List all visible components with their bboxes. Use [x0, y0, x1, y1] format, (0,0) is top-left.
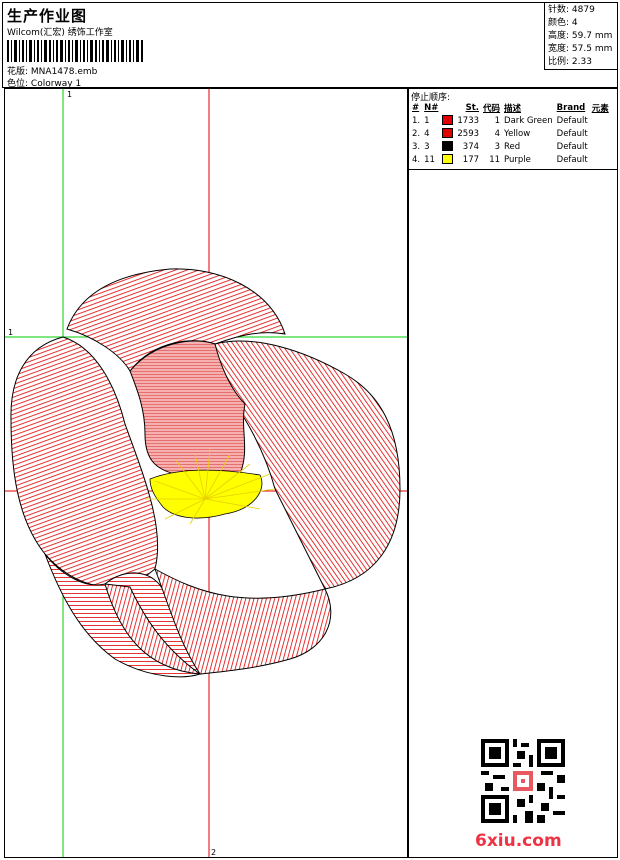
color-swatch — [442, 141, 454, 152]
color-swatch — [442, 154, 454, 165]
row-stitches: 177 — [462, 154, 480, 165]
col-needle: N# — [424, 102, 439, 113]
row-swatch — [440, 114, 455, 127]
row-stitches: 1733 — [457, 115, 480, 126]
table-row: 3. 3 374 3 Red Default — [410, 140, 611, 153]
axis-label-bottom: 2 — [211, 848, 216, 857]
row-needle: 4 — [424, 128, 430, 139]
row-element — [590, 140, 611, 153]
table-row: 2. 4 2593 4 Yellow Default — [410, 127, 611, 140]
row-desc: Yellow — [504, 128, 531, 139]
flower-center — [149, 469, 263, 519]
row-stitches: 2593 — [457, 128, 480, 139]
row-index: 2. — [412, 128, 421, 139]
watermark-site: 6xiu.com — [475, 831, 562, 851]
barcode-image — [7, 40, 143, 62]
row-code: 1 — [494, 115, 501, 126]
row-element — [590, 153, 611, 166]
stat-height: 高度: 59.7 mm — [548, 31, 613, 41]
col-code: 代码 — [483, 103, 501, 114]
row-code: 11 — [489, 154, 501, 165]
qr-code-image — [481, 739, 565, 823]
row-needle: 1 — [424, 115, 430, 126]
row-element — [590, 114, 611, 127]
page-title: 生产作业图 — [7, 7, 88, 25]
row-brand: Default — [556, 128, 588, 139]
row-desc: Dark Green — [504, 115, 553, 126]
row-needle: 11 — [424, 154, 435, 165]
studio-name: Wilcom(汇宏) 绣饰工作室 — [7, 28, 113, 38]
row-brand: Default — [556, 115, 588, 126]
row-desc: Purple — [504, 154, 531, 165]
stat-width: 宽度: 57.5 mm — [548, 44, 613, 54]
design-canvas: 1 1 2 — [4, 88, 408, 858]
col-brand: Brand — [556, 102, 586, 113]
col-element: 元素 — [591, 103, 609, 114]
col-index: # — [412, 102, 420, 113]
col-stitches: St. — [465, 102, 480, 113]
table-row: 4. 11 177 11 Purple Default — [410, 153, 611, 166]
stop-sequence-panel: 停止顺序: # N# St. 代码 描述 Brand 元素 1. 1 1733 1 Da… — [408, 88, 618, 858]
row-needle: 3 — [424, 141, 430, 152]
row-element — [590, 127, 611, 140]
embroidery-preview: 1 1 2 — [5, 89, 407, 857]
row-index: 1. — [412, 115, 421, 126]
axis-label-top: 1 — [67, 90, 72, 99]
col-swatch — [440, 101, 455, 114]
stop-sequence-table: # N# St. 代码 描述 Brand 元素 1. 1 1733 1 Dark Gre… — [410, 101, 611, 166]
color-swatch — [442, 115, 454, 126]
design-stats: 针数: 4879 颜色: 4 高度: 59.7 mm 宽度: 57.5 mm 比… — [544, 2, 618, 70]
row-swatch — [440, 127, 455, 140]
row-code: 3 — [494, 141, 501, 152]
row-swatch — [440, 140, 455, 153]
row-index: 3. — [412, 141, 421, 152]
panel-divider — [409, 169, 617, 170]
table-row: 1. 1 1733 1 Dark Green Default — [410, 114, 611, 127]
stat-colors: 颜色: 4 — [548, 18, 578, 28]
row-brand: Default — [556, 141, 588, 152]
row-index: 4. — [412, 154, 421, 165]
row-desc: Red — [504, 141, 521, 152]
header-panel: 生产作业图 Wilcom(汇宏) 绣饰工作室 花版: MNA1478.emb 色… — [2, 2, 618, 89]
row-stitches: 374 — [462, 141, 480, 152]
stat-scale: 比例: 2.33 — [548, 57, 592, 67]
stat-stitches: 针数: 4879 — [548, 5, 595, 15]
row-brand: Default — [556, 154, 588, 165]
color-swatch — [442, 128, 454, 139]
row-swatch — [440, 153, 455, 166]
col-desc: 描述 — [504, 103, 522, 114]
row-code: 4 — [494, 128, 501, 139]
table-header-row: # N# St. 代码 描述 Brand 元素 — [410, 101, 611, 114]
axis-label-left: 1 — [8, 328, 13, 337]
